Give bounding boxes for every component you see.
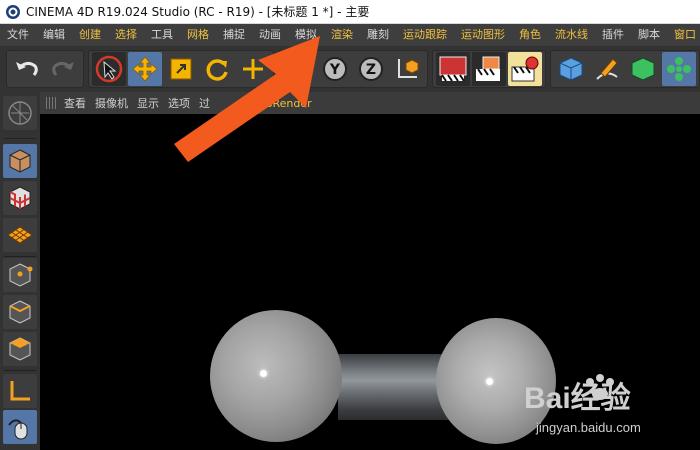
cube-button[interactable] (554, 52, 588, 86)
render-settings-button[interactable] (508, 52, 542, 86)
menu-plugins[interactable]: 插件 (595, 24, 631, 46)
points-mode-button[interactable] (3, 258, 37, 292)
tweak-mode-button[interactable] (3, 410, 37, 444)
pen-icon (596, 58, 618, 80)
viewport-menu-bar: 查看 摄像机 显示 选项 过 ProRender (40, 92, 700, 114)
object-create-group (550, 50, 700, 88)
redo-button[interactable] (46, 52, 80, 86)
coordinate-system-button[interactable] (390, 52, 424, 86)
texture-mode-button[interactable] (3, 181, 37, 215)
polygons-mode-button[interactable] (3, 332, 37, 366)
palette-divider (4, 256, 36, 257)
z-axis-label: Z (366, 62, 376, 78)
texture-mode-icon (9, 186, 31, 210)
points-mode-icon (9, 263, 33, 287)
enable-axis-button[interactable] (3, 374, 37, 408)
menu-create[interactable]: 创建 (72, 24, 108, 46)
menu-mograph[interactable]: 运动图形 (454, 24, 512, 46)
coordinate-system-icon (398, 59, 419, 78)
render-settings-icon (511, 56, 539, 82)
main-toolbar: Y Z (0, 46, 700, 92)
redo-icon (52, 61, 74, 76)
watermark-logo-text: Bai经验 (524, 381, 631, 415)
workplane-mode-button[interactable] (3, 218, 37, 252)
orange-arrow-icon (174, 36, 320, 162)
model-mode-icon (9, 149, 31, 173)
render-to-picture-viewer-button[interactable] (472, 52, 506, 86)
menu-window[interactable]: 窗口 (667, 24, 700, 46)
subdivision-surface-icon (631, 57, 655, 81)
make-editable-button[interactable] (3, 96, 37, 130)
move-icon (132, 56, 158, 82)
undo-button[interactable] (10, 52, 44, 86)
left-palette (0, 92, 40, 450)
polygons-mode-icon (9, 337, 31, 361)
sphere-object-left[interactable] (210, 310, 342, 442)
viewport-grip[interactable] (46, 97, 56, 109)
window-title: CINEMA 4D R19.024 Studio (RC - R19) - [未… (26, 5, 370, 19)
menu-sculpt[interactable]: 雕刻 (360, 24, 396, 46)
model-mode-button[interactable] (3, 144, 37, 178)
render-group (432, 50, 546, 88)
pen-button[interactable] (590, 52, 624, 86)
make-editable-icon (8, 101, 32, 125)
axis-icon (10, 381, 30, 401)
edges-mode-button[interactable] (3, 295, 37, 329)
render-view-icon (439, 56, 467, 82)
undo-redo-group (6, 50, 84, 88)
cloner-button[interactable] (662, 52, 696, 86)
specular-highlight (260, 370, 267, 377)
viewport-menu-view[interactable]: 查看 (64, 95, 86, 111)
cube-icon (559, 57, 583, 81)
picture-viewer-icon (476, 56, 500, 81)
specular-highlight (486, 378, 493, 385)
palette-divider (4, 138, 36, 139)
watermark-url: jingyan.baidu.com (536, 420, 641, 435)
cinema4d-logo-icon (6, 4, 20, 19)
edges-mode-icon (9, 300, 31, 324)
subdivision-surface-button[interactable] (626, 52, 660, 86)
watermark: Bai经验 jingyan.baidu.com (520, 372, 695, 444)
menu-character[interactable]: 角色 (512, 24, 548, 46)
live-selection-button[interactable] (92, 52, 126, 86)
live-selection-icon (95, 55, 123, 83)
menu-motion-tracking[interactable]: 运动跟踪 (396, 24, 454, 46)
viewport-menu-cameras[interactable]: 摄像机 (95, 95, 128, 111)
menu-bar: 文件 编辑 创建 选择 工具 网格 捕捉 动画 模拟 渲染 雕刻 运动跟踪 运动… (0, 24, 700, 46)
cloner-icon (667, 57, 691, 81)
render-view-button[interactable] (436, 52, 470, 86)
viewport-menu-display[interactable]: 显示 (137, 95, 159, 111)
menu-script[interactable]: 脚本 (631, 24, 667, 46)
menu-file[interactable]: 文件 (0, 24, 36, 46)
menu-select[interactable]: 选择 (108, 24, 144, 46)
z-axis-icon: Z (359, 57, 383, 81)
baidu-paw-logo-icon: Bai经验 (524, 374, 631, 415)
menu-edit[interactable]: 编辑 (36, 24, 72, 46)
menu-pipeline[interactable]: 流水线 (548, 24, 595, 46)
undo-icon (16, 61, 38, 76)
workplane-icon (7, 226, 33, 244)
z-axis-lock-button[interactable]: Z (354, 52, 388, 86)
title-bar: CINEMA 4D R19.024 Studio (RC - R19) - [未… (0, 0, 700, 24)
palette-divider (4, 370, 36, 371)
mouse-tweak-icon (8, 419, 28, 440)
move-tool-button[interactable] (128, 52, 162, 86)
